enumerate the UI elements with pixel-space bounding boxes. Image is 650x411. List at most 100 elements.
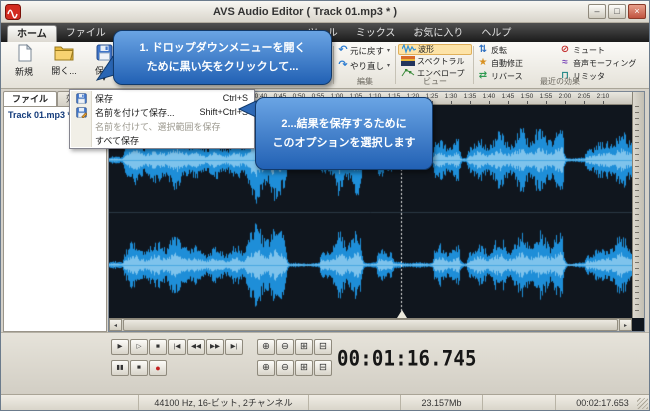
stop-alt-button[interactable]: ■ xyxy=(130,360,148,376)
zoom-out-button[interactable]: ⊖ xyxy=(276,339,294,355)
open-button[interactable]: 開く... xyxy=(45,44,83,87)
effect-autocorrect-button[interactable]: ★自動修正 xyxy=(477,57,523,69)
ruler-tick xyxy=(508,101,509,104)
ribbon-view-group: 波形スペクトラルエンベロープ ビュー xyxy=(398,44,472,87)
waveform-view-icon xyxy=(402,44,418,56)
zoom-full-vertical-button[interactable]: ⊟ xyxy=(314,360,332,376)
ruler-tick xyxy=(470,101,471,104)
zoom-out-vertical-button[interactable]: ⊖ xyxy=(276,360,294,376)
effect-label: 反転 xyxy=(491,45,507,56)
open-folder-icon xyxy=(54,44,74,63)
menu-item-label: 名前を付けて保存... xyxy=(91,106,199,119)
go-to-start-button[interactable]: |◀ xyxy=(168,339,186,355)
ruler-tick xyxy=(527,101,528,104)
mute-effect-icon: ⊘ xyxy=(559,45,571,55)
ruler-tick xyxy=(489,101,490,104)
pause-button[interactable]: ▮▮ xyxy=(111,360,129,376)
redo-dropdown-arrow[interactable]: ▾ xyxy=(387,62,390,69)
ribbon-tab[interactable]: ヘルプ xyxy=(472,25,520,42)
zoom-selection-vertical-button[interactable]: ⊞ xyxy=(295,360,313,376)
ribbon-separator xyxy=(395,46,396,84)
ruler-label: 1:30 xyxy=(441,93,461,100)
minimize-button[interactable]: – xyxy=(588,4,606,19)
new-button-label: 新規 xyxy=(15,65,33,78)
effect-invert-button[interactable]: ⇅反転 xyxy=(477,44,523,56)
menu-item-label: 保存 xyxy=(91,92,223,105)
rewind-button[interactable]: ◀◀ xyxy=(187,339,205,355)
view-mode-label: 波形 xyxy=(418,44,434,55)
undo-icon: ↶ xyxy=(336,45,350,56)
effect-label: 自動修正 xyxy=(491,58,523,69)
bottom-panel: ▶▷■|◀◀◀▶▶▶|⊕⊖⊞⊟ ▮▮■●⊕⊖⊞⊟ 00:01:16.745 開始… xyxy=(1,332,649,395)
save-as-icon xyxy=(71,107,91,118)
close-button[interactable]: × xyxy=(628,4,646,19)
fast-forward-button[interactable]: ▶▶ xyxy=(206,339,224,355)
effect-label: ミュート xyxy=(573,45,605,56)
status-format: 44100 Hz, 16-ビット, 2チャンネル xyxy=(139,395,309,410)
ruler-label: 2:10 xyxy=(593,93,613,100)
scroll-left-button[interactable]: ◂ xyxy=(109,319,122,331)
current-time-display: 00:01:16.745 xyxy=(337,339,465,379)
status-bar: 44100 Hz, 16-ビット, 2チャンネル 23.157Mb 00:02:… xyxy=(1,394,649,410)
view-mode-label: スペクトラル xyxy=(417,56,464,67)
zoom-buttons: ⊕⊖⊞⊟ xyxy=(257,339,333,355)
ribbon-tab[interactable]: ファイル xyxy=(57,25,115,42)
ribbon-edit-group: ↶元に戻す▾ ↷やり直し▾ 編集 xyxy=(336,44,394,87)
zoom-in-vertical-button[interactable]: ⊕ xyxy=(257,360,275,376)
undo-dropdown-arrow[interactable]: ▾ xyxy=(387,47,390,54)
ruler-tick xyxy=(565,101,566,104)
status-spacer xyxy=(1,395,139,410)
ruler-label: 1:40 xyxy=(479,93,499,100)
view-mode-spectral[interactable]: スペクトラル xyxy=(398,56,472,67)
save-menu-item-1[interactable]: 保存Ctrl+S xyxy=(71,91,253,105)
resize-grip[interactable] xyxy=(637,398,648,409)
ribbon-tab[interactable]: お気に入り xyxy=(404,25,472,42)
transport-row-1: ▶▷■|◀◀◀▶▶▶| ⊕⊖⊞⊟ xyxy=(111,339,341,356)
callout-1-pointer xyxy=(95,53,115,81)
menu-item-label: すべて保存 xyxy=(91,134,248,147)
window-controls: –□× xyxy=(588,4,646,19)
playhead-marker[interactable] xyxy=(397,310,407,318)
scroll-right-button[interactable]: ▸ xyxy=(619,319,632,331)
window-title: AVS Audio Editor ( Track 01.mp3 * ) xyxy=(31,1,579,23)
status-total-time: 00:02:17.653 xyxy=(556,395,649,410)
ruler-tick xyxy=(603,101,604,104)
effect-morph-button[interactable]: ≈音声モーフィング xyxy=(559,57,636,69)
go-to-end-button[interactable]: ▶| xyxy=(225,339,243,355)
panel-tab[interactable]: ファイル xyxy=(3,91,57,106)
edit-group-label: 編集 xyxy=(336,76,394,87)
ribbon-separator xyxy=(473,46,474,84)
effect-mute-button[interactable]: ⊘ミュート xyxy=(559,44,636,56)
undo-button[interactable]: ↶元に戻す▾ xyxy=(336,44,394,57)
transport-buttons: ▶▷■|◀◀◀▶▶▶| xyxy=(111,339,244,355)
zoom-selection-button[interactable]: ⊞ xyxy=(295,339,313,355)
app-window: AVS Audio Editor ( Track 01.mp3 * ) –□× … xyxy=(0,0,650,411)
play-selection-button[interactable]: ▷ xyxy=(130,339,148,355)
transport-row-2: ▮▮■● ⊕⊖⊞⊟ xyxy=(111,360,341,377)
ribbon-tab[interactable]: ミックス xyxy=(347,25,405,42)
zoom-full-button[interactable]: ⊟ xyxy=(314,339,332,355)
callout-step-2: 2...結果を保存するために このオプションを選択します xyxy=(255,97,433,170)
redo-button[interactable]: ↷やり直し▾ xyxy=(336,59,394,72)
view-options: 波形スペクトラルエンベロープ xyxy=(398,44,472,80)
autocorrect-effect-icon: ★ xyxy=(477,58,489,68)
ribbon-tab[interactable]: ホーム xyxy=(7,25,57,42)
ruler-label: 1:50 xyxy=(517,93,537,100)
maximize-button[interactable]: □ xyxy=(608,4,626,19)
record-button[interactable]: ● xyxy=(149,360,167,376)
menu-item-label: 名前を付けて、選択範囲を保存 xyxy=(91,120,248,133)
effect-label: 音声モーフィング xyxy=(573,58,636,69)
ribbon-effects-group: ⇅反転★自動修正⇄リバース⊘ミュート≈音声モーフィング⊓リミッタ 最近の効果 xyxy=(475,44,645,87)
save-dropdown-menu: 保存Ctrl+S名前を付けて保存...Shift+Ctrl+S名前を付けて、選択… xyxy=(69,89,255,149)
save-menu-item-2[interactable]: 名前を付けて保存...Shift+Ctrl+S xyxy=(71,105,253,119)
scrollbar-thumb[interactable] xyxy=(123,319,618,331)
play-button[interactable]: ▶ xyxy=(111,339,129,355)
stop-button[interactable]: ■ xyxy=(149,339,167,355)
ruler-label: 2:00 xyxy=(555,93,575,100)
view-mode-waveform[interactable]: 波形 xyxy=(398,44,472,55)
new-button[interactable]: 新規 xyxy=(5,44,43,87)
save-menu-item-3: 名前を付けて、選択範囲を保存 xyxy=(71,119,253,133)
save-menu-item-4[interactable]: すべて保存 xyxy=(71,133,253,147)
callout-2-pointer xyxy=(237,99,257,119)
zoom-in-button[interactable]: ⊕ xyxy=(257,339,275,355)
